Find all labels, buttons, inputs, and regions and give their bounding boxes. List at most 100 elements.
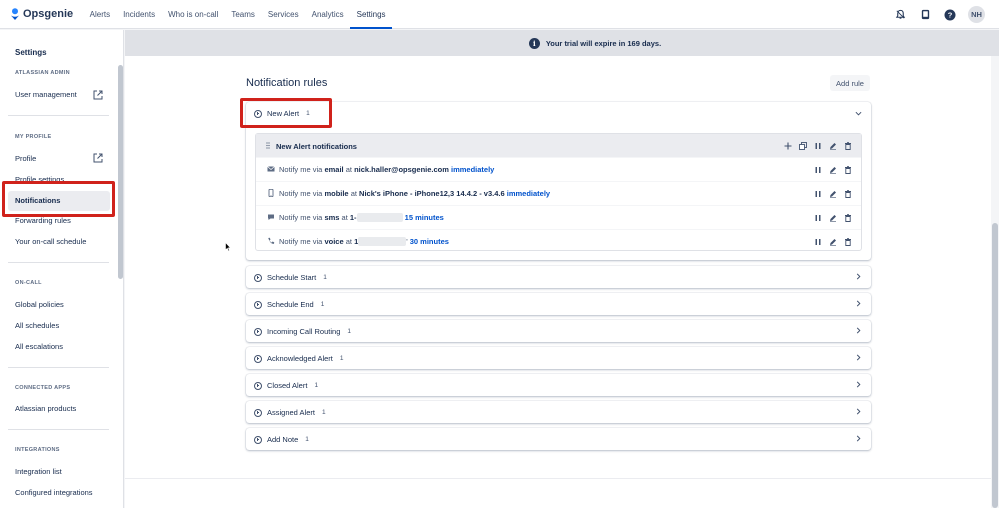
sidebar-scrollbar[interactable] [118,65,123,279]
edit-icon[interactable] [829,214,837,222]
rule-name: Acknowledged Alert [267,354,333,363]
notification-bell-icon[interactable] [893,8,907,22]
notification-row-mobile: Notify me via mobile at Nick's iPhone - … [256,181,861,205]
sidebar-item-all-escalations[interactable]: All escalations [15,342,63,351]
chevron-right-icon[interactable] [855,381,862,388]
sidebar-divider [8,429,109,430]
add-rule-button[interactable]: Add rule [830,75,870,91]
settings-sidebar: Settings ATLASSIAN ADMIN User management… [0,30,124,508]
nav-incidents[interactable]: Incidents [117,0,162,29]
pause-icon[interactable] [814,142,822,150]
nav-alerts[interactable]: Alerts [83,0,116,29]
section-divider [125,478,991,479]
rule-card-assigned-alert[interactable] [246,401,871,423]
rule-count: 1 [321,409,326,416]
pause-icon[interactable] [814,166,822,174]
sidebar-divider [8,367,109,368]
chevron-up-icon[interactable] [855,110,862,117]
rule-header[interactable]: Add Note 1 [254,435,309,444]
sidebar-item-profile[interactable]: Profile [15,154,36,163]
chevron-right-icon[interactable] [855,435,862,442]
notification-text: Notify me via email at nick.haller@opsge… [279,165,495,174]
section-atlassian-admin: ATLASSIAN ADMIN [15,70,70,76]
pause-icon[interactable] [814,190,822,198]
pause-icon[interactable] [814,238,822,246]
sidebar-item-on-call-schedule[interactable]: Your on-call schedule [15,237,86,246]
rule-card-add-note[interactable] [246,428,871,450]
external-link-icon[interactable] [93,90,103,100]
rule-header[interactable]: Assigned Alert 1 [254,408,326,417]
chevron-right-icon[interactable] [855,354,862,361]
help-icon[interactable]: ? [943,8,957,22]
notification-timing-link[interactable]: 30 minutes [410,237,449,246]
delete-icon[interactable] [844,214,852,222]
rule-name: Schedule End [267,300,314,309]
notification-row-sms: Notify me via sms at 1- 15 minutes [256,205,861,229]
main-scrollbar[interactable] [991,56,999,508]
trial-banner: i Your trial will expire in 169 days. [125,30,999,56]
edit-icon[interactable] [829,166,837,174]
copy-icon[interactable] [799,142,807,150]
rule-card-schedule-end[interactable] [246,293,871,315]
mobile-icon [268,189,274,197]
chevron-right-icon[interactable] [855,408,862,415]
phone-icon[interactable] [918,8,932,22]
add-icon[interactable] [784,142,792,150]
delete-icon[interactable] [844,142,852,150]
notification-timing-link[interactable]: immediately [451,165,494,174]
redacted-phone-number [358,237,407,246]
page-title: Notification rules [246,77,328,89]
delete-icon[interactable] [844,238,852,246]
add-circle-icon [254,408,262,417]
add-circle-icon [254,327,262,336]
rule-header[interactable]: Schedule Start 1 [254,273,327,282]
drag-handle-icon[interactable] [266,142,270,149]
notification-text: Notify me via mobile at Nick's iPhone - … [279,189,551,198]
rule-card-closed-alert[interactable] [246,374,871,396]
chevron-right-icon[interactable] [855,300,862,307]
edit-icon[interactable] [829,190,837,198]
sidebar-item-atlassian-products[interactable]: Atlassian products [15,404,76,413]
email-icon [267,166,275,172]
nav-analytics[interactable]: Analytics [305,0,350,29]
notification-text: Notify me via voice at 1 ' 30 minutes [279,237,449,246]
nav-actions: ? NH [893,0,985,29]
rule-header[interactable]: Incoming Call Routing 1 [254,327,351,336]
redacted-phone-number [356,213,403,222]
sidebar-item-user-management[interactable]: User management [15,90,77,99]
notification-row-email: Notify me via email at nick.haller@opsge… [256,157,861,181]
opsgenie-logo[interactable]: Opsgenie [10,8,73,20]
nav-settings[interactable]: Settings [350,0,392,29]
rule-card-schedule-start[interactable] [246,266,871,288]
delete-icon[interactable] [844,190,852,198]
add-circle-icon [254,300,262,309]
sidebar-item-integration-list[interactable]: Integration list [15,467,62,476]
edit-icon[interactable] [829,238,837,246]
main-scrollbar-thumb[interactable] [992,223,998,508]
nav-teams[interactable]: Teams [225,0,262,29]
sidebar-item-configured-integrations[interactable]: Configured integrations [15,488,93,497]
pause-icon[interactable] [814,214,822,222]
sidebar-item-global-policies[interactable]: Global policies [15,300,64,309]
highlight-box-notifications [2,181,115,217]
rule-header[interactable]: Schedule End 1 [254,300,324,309]
sidebar-item-forwarding-rules[interactable]: Forwarding rules [15,216,71,225]
edit-icon[interactable] [829,142,837,150]
external-link-icon[interactable] [93,153,103,163]
rule-name: Add Note [267,435,299,444]
nav-who-is-on-call[interactable]: Who is on-call [162,0,225,29]
sidebar-divider [8,115,109,116]
chevron-right-icon[interactable] [855,273,862,280]
nav-services[interactable]: Services [261,0,305,29]
opsgenie-logo-icon [11,8,19,20]
rule-header[interactable]: Closed Alert 1 [254,381,318,390]
notification-timing-link[interactable]: 15 minutes [405,213,444,222]
rule-header[interactable]: Acknowledged Alert 1 [254,354,344,363]
avatar[interactable]: NH [968,6,985,23]
chevron-right-icon[interactable] [855,327,862,334]
sidebar-item-all-schedules[interactable]: All schedules [15,321,59,330]
delete-icon[interactable] [844,166,852,174]
notification-text: Notify me via sms at 1- 15 minutes [279,213,444,222]
notification-timing-link[interactable]: immediately [507,189,550,198]
section-my-profile: MY PROFILE [15,134,52,140]
